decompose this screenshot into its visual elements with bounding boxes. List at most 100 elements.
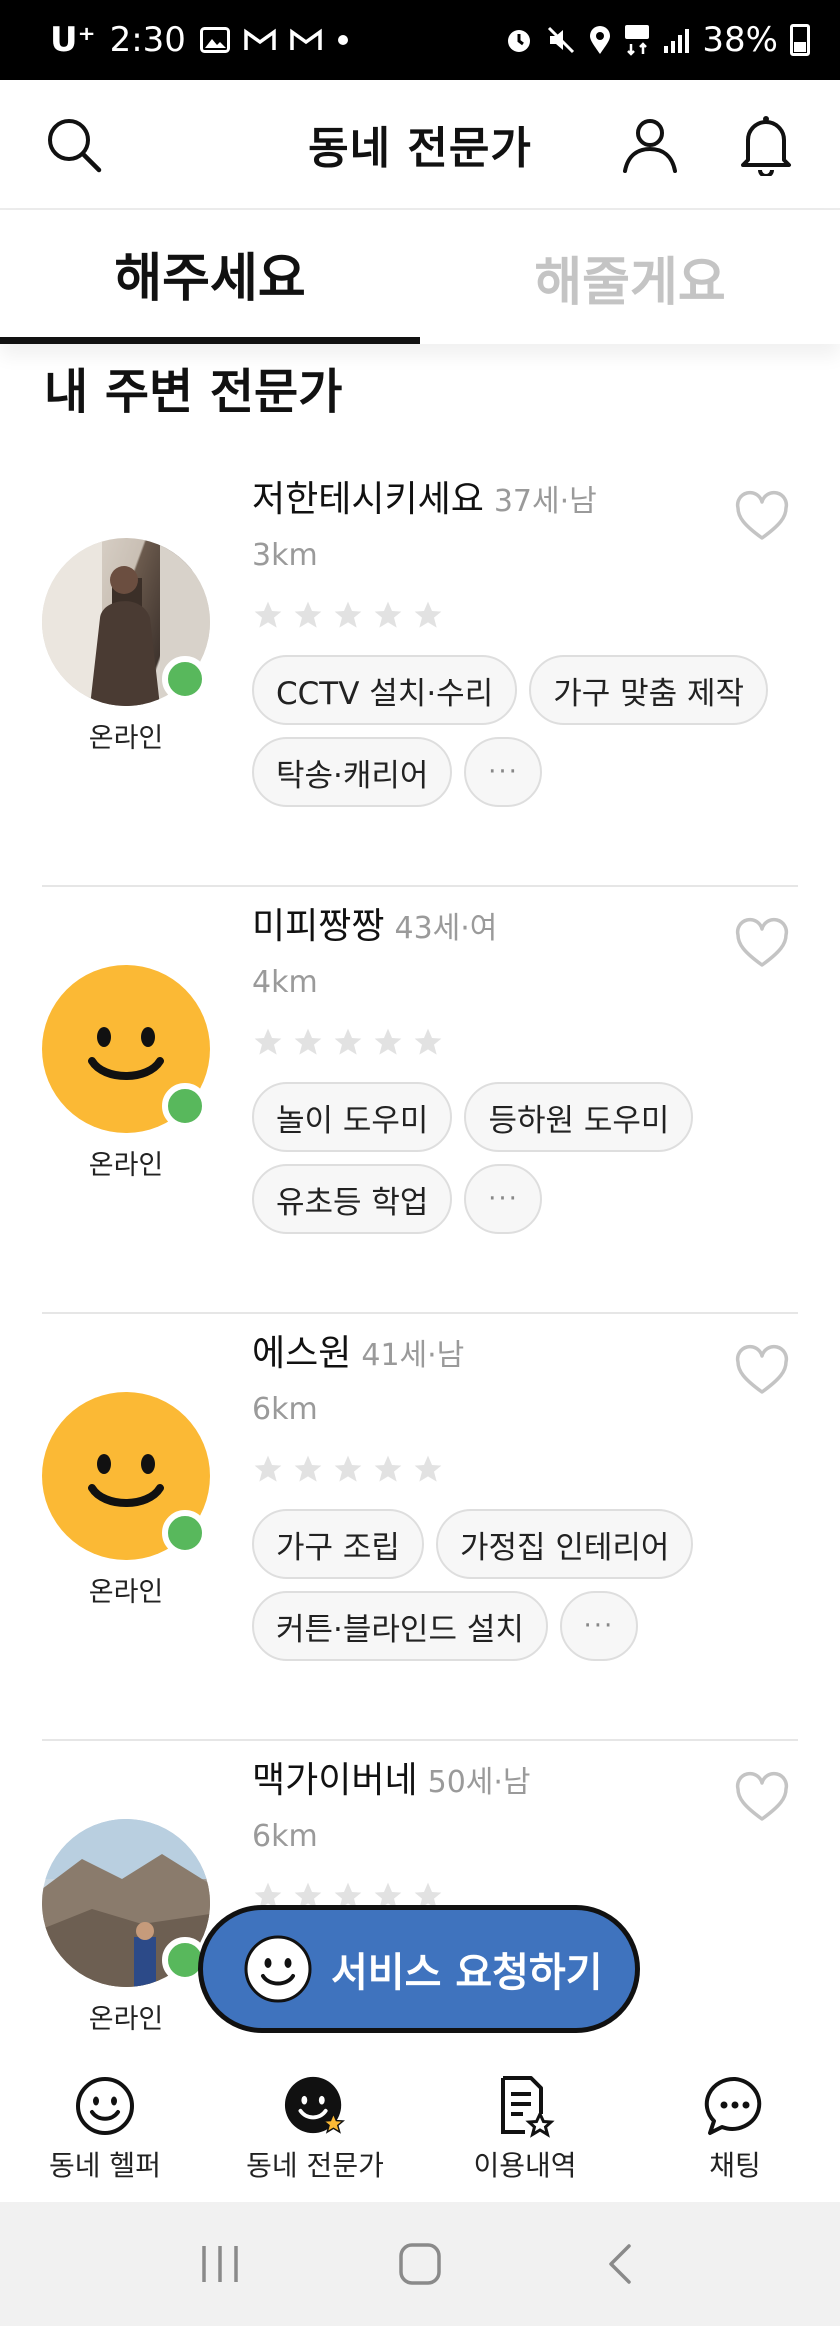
nav-label: 이용내역 [473, 2149, 577, 2182]
service-chip[interactable]: 가정집 인테리어 [435, 1509, 694, 1579]
service-chip[interactable]: 놀이 도우미 [252, 1082, 453, 1152]
home-icon [399, 2243, 441, 2285]
expert-card[interactable]: 온라인 에스원 41세·남 6km 가구 조립 가정집 인테리어 커튼·블라인드… [42, 1314, 798, 1741]
service-chip[interactable]: 유초등 학업 [252, 1164, 453, 1234]
online-status: 온라인 [88, 1577, 164, 1608]
nav-chat[interactable]: 채팅 [630, 2056, 840, 2202]
expert-distance: 3km [252, 538, 318, 573]
service-chip[interactable]: 가구 맞춤 제작 [529, 655, 769, 725]
battery-icon [790, 24, 810, 56]
expert-name: 미피짱짱 [252, 906, 385, 947]
alarm-icon [504, 25, 534, 55]
service-chips: CCTV 설치·수리 가구 맞춤 제작 탁송·캐리어 ··· [252, 655, 812, 807]
mail-icon [244, 28, 276, 52]
clock: 2:30 [109, 20, 186, 60]
star-icon [294, 1455, 322, 1482]
service-chip[interactable]: CCTV 설치·수리 [252, 655, 518, 725]
bell-icon [741, 116, 791, 176]
star-icon [254, 601, 282, 628]
heart-icon[interactable] [734, 1771, 790, 1827]
star-icon [334, 1028, 362, 1055]
more-services-chip[interactable]: ··· [464, 1164, 543, 1234]
name-row: 저한테시키세요 37세·남 [252, 470, 798, 522]
tab-offer[interactable]: 해줄게요 [420, 210, 840, 344]
chat-bubble-icon [703, 2074, 767, 2138]
star-icon [414, 1455, 442, 1482]
avatar-wrap: 온라인 [42, 965, 210, 1182]
tab-bar: 해주세요 해줄게요 [0, 210, 840, 344]
star-icon [414, 1028, 442, 1055]
service-chips: 놀이 도우미 등하원 도우미 유초등 학업 ··· [252, 1082, 812, 1234]
mute-icon [546, 25, 576, 55]
nav-label: 동네 헬퍼 [49, 2149, 161, 2182]
service-chip[interactable]: 등하원 도우미 [464, 1082, 694, 1152]
star-icon [414, 601, 442, 628]
expert-distance: 6km [252, 1392, 318, 1427]
expert-distance: 4km [252, 965, 318, 1000]
star-icon [254, 1455, 282, 1482]
smile-outline-icon [73, 2074, 137, 2138]
signal-icon [662, 26, 690, 54]
rating-stars [252, 599, 798, 631]
expert-info: 저한테시키세요 37세·남 3km CCTV 설치·수리 가구 맞춤 제작 탁송… [252, 470, 798, 807]
expert-name: 에스원 [252, 1333, 352, 1374]
request-service-button[interactable]: 서비스 요청하기 [198, 1905, 640, 2033]
nav-neighborhood-helper[interactable]: 동네 헬퍼 [0, 2056, 210, 2202]
back-icon [609, 2244, 631, 2284]
avatar-wrap: 온라인 [42, 1392, 210, 1609]
star-icon [294, 1028, 322, 1055]
heart-icon[interactable] [734, 917, 790, 973]
online-indicator [162, 1083, 208, 1129]
star-icon [254, 1028, 282, 1055]
profile-button[interactable] [618, 113, 682, 177]
heart-icon[interactable] [734, 1344, 790, 1400]
recent-apps-button[interactable] [190, 2234, 250, 2294]
more-services-chip[interactable]: ··· [464, 737, 543, 807]
section-title: 내 주변 전문가 [44, 364, 343, 420]
service-chip[interactable]: 커튼·블라인드 설치 [252, 1591, 548, 1661]
page-title: 동네 전문가 [308, 123, 532, 174]
nav-label: 채팅 [709, 2149, 761, 2182]
expert-card[interactable]: 온라인 저한테시키세요 37세·남 3km CCTV 설치·수리 가구 맞춤 제… [42, 460, 798, 887]
expert-meta: 37세·남 [493, 484, 597, 519]
star-icon [334, 1455, 362, 1482]
star-icon [334, 601, 362, 628]
expert-card[interactable]: 온라인 미피짱짱 43세·여 4km 놀이 도우미 등하원 도우미 유초등 학업… [42, 887, 798, 1314]
network-5g-icon [624, 24, 650, 56]
person-icon [623, 119, 677, 173]
nav-neighborhood-expert[interactable]: 동네 전문가 [210, 2056, 420, 2202]
rating-stars [252, 1453, 798, 1485]
nav-history[interactable]: 이용내역 [420, 2056, 630, 2202]
service-chip[interactable]: 탁송·캐리어 [252, 737, 453, 807]
recent-apps-icon [202, 2246, 238, 2282]
expert-info: 맥가이버네 50세·남 6km [252, 1751, 798, 1912]
home-button[interactable] [390, 2234, 450, 2294]
app-screen: U⁺ 2:30 38% 동네 전문가 해주세요 해줄게요 내 주변 전문가 온라… [0, 0, 840, 2326]
avatar-wrap: 온라인 [42, 538, 210, 755]
back-button[interactable] [590, 2234, 650, 2294]
name-row: 에스원 41세·남 [252, 1324, 798, 1376]
more-services-chip[interactable]: ··· [559, 1591, 638, 1661]
expert-info: 에스원 41세·남 6km 가구 조립 가정집 인테리어 커튼·블라인드 설치 … [252, 1324, 798, 1661]
status-right: 38% [504, 20, 810, 60]
carrier-label: U⁺ [50, 20, 96, 60]
online-indicator [162, 656, 208, 702]
expert-meta: 41세·남 [361, 1338, 465, 1373]
tab-request[interactable]: 해주세요 [0, 210, 420, 344]
nav-label: 동네 전문가 [246, 2149, 384, 2182]
battery-level: 38% [702, 20, 778, 60]
smile-filled-star-icon [283, 2074, 347, 2138]
service-chip[interactable]: 가구 조립 [252, 1509, 424, 1579]
notifications-button[interactable] [734, 113, 798, 177]
rating-stars [252, 1026, 798, 1058]
search-button[interactable] [42, 113, 106, 177]
status-bar: U⁺ 2:30 38% [0, 0, 840, 80]
service-chips: 가구 조립 가정집 인테리어 커튼·블라인드 설치 ··· [252, 1509, 812, 1661]
heart-icon[interactable] [734, 490, 790, 546]
star-icon [374, 1028, 402, 1055]
star-icon [374, 601, 402, 628]
expert-distance: 6km [252, 1819, 318, 1854]
star-icon [374, 1455, 402, 1482]
search-icon [48, 119, 102, 173]
notification-dot-icon [336, 33, 350, 47]
